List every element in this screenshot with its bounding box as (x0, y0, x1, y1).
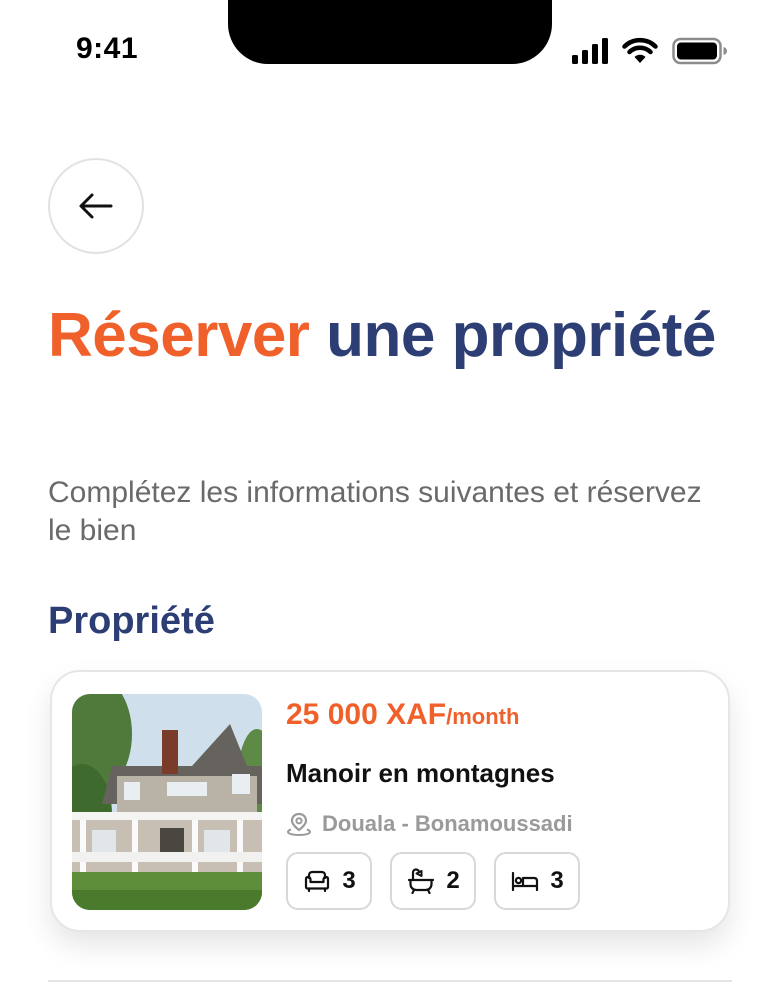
page-title-accent: Réserver (48, 301, 310, 370)
location-label: Douala - Bonamoussadi (322, 811, 573, 836)
amenity-count: 3 (342, 867, 356, 894)
property-location: Douala - Bonamoussadi (286, 811, 573, 837)
section-title-property: Propriété (48, 600, 215, 642)
page-subtitle: Complétez les informations suivantes et … (48, 476, 702, 547)
device-notch (228, 0, 552, 64)
page-title-rest: une propriété (309, 301, 716, 370)
property-name: Manoir en montagnes (286, 758, 555, 788)
battery-icon (672, 37, 727, 65)
amenity-sofa: 3 (286, 852, 372, 910)
amenity-bathtub: 2 (390, 852, 476, 910)
price-period: /month (446, 704, 520, 729)
property-price: 25 000 XAF/month (286, 698, 519, 732)
price-amount: 25 000 XAF (286, 698, 447, 731)
arrow-left-icon (79, 193, 113, 219)
back-button[interactable] (48, 158, 144, 254)
amenities-list: 3 2 3 (286, 852, 580, 910)
bathtub-icon (408, 868, 435, 895)
status-time: 9:41 (76, 32, 139, 65)
bed-icon (512, 871, 539, 892)
amenity-count: 3 (550, 867, 564, 894)
sofa-icon (305, 870, 330, 893)
amenity-count: 2 (446, 867, 460, 894)
amenity-bed: 3 (494, 852, 580, 910)
cellular-signal-icon (572, 38, 608, 64)
wifi-icon (622, 37, 658, 63)
property-image (72, 694, 262, 910)
property-card[interactable]: 25 000 XAF/month Manoir en montagnes Dou… (50, 670, 730, 932)
status-bar: 9:41 (0, 0, 780, 100)
page-title: Réserver une propriété (48, 298, 728, 374)
divider (48, 980, 732, 982)
location-pin-icon (286, 812, 312, 837)
